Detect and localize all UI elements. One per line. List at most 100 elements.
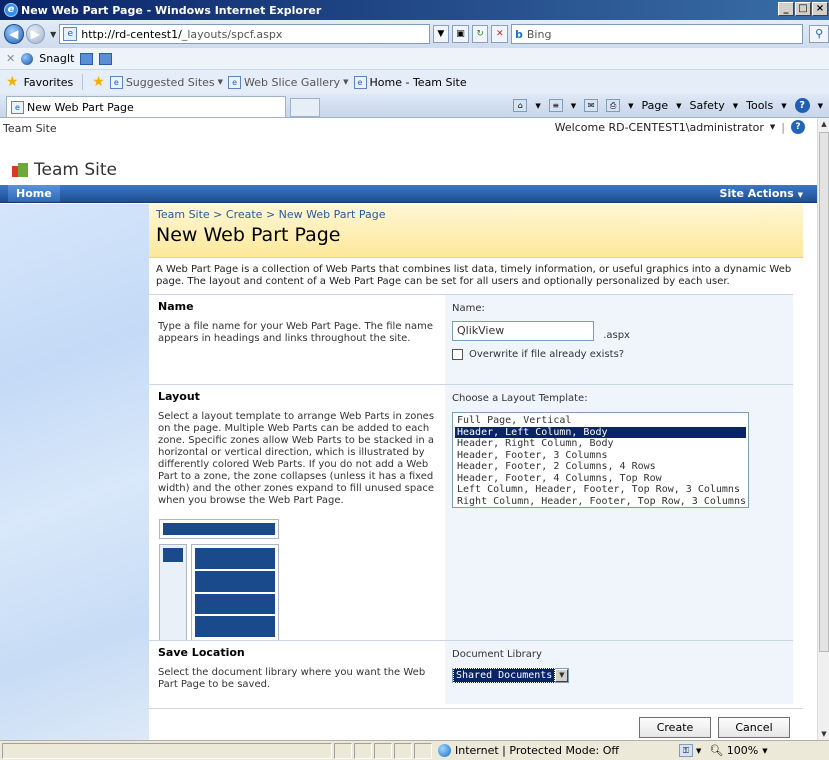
nav-home-tab[interactable]: Home bbox=[8, 185, 60, 202]
tab-label: New Web Part Page bbox=[27, 100, 134, 114]
chevron-down-icon[interactable]: ▼ bbox=[818, 102, 823, 110]
stop-button[interactable]: ✕ bbox=[491, 25, 509, 43]
refresh-button[interactable]: ↻ bbox=[471, 25, 489, 43]
history-dropdown[interactable]: ▼ bbox=[50, 30, 56, 39]
layout-preview bbox=[159, 519, 279, 643]
main-content: Team Site > Create > New Web Part Page N… bbox=[149, 204, 803, 740]
minimize-button[interactable]: _ bbox=[778, 2, 794, 16]
chevron-down-icon[interactable]: ▼ bbox=[762, 747, 767, 755]
back-button[interactable]: ◀ bbox=[4, 24, 24, 44]
chevron-down-icon: ▼ bbox=[217, 78, 224, 86]
home-icon[interactable]: ⌂ bbox=[513, 99, 528, 112]
chevron-down-icon[interactable]: ▼ bbox=[770, 123, 775, 131]
breadcrumb[interactable]: Team Site > Create > New Web Part Page bbox=[156, 208, 385, 221]
favorite-web-slice-gallery[interactable]: e Web Slice Gallery ▼ bbox=[228, 75, 349, 89]
vertical-scrollbar[interactable]: ▲ ▼ bbox=[817, 118, 829, 740]
overwrite-checkbox[interactable] bbox=[452, 349, 463, 360]
bing-icon: b bbox=[515, 27, 523, 41]
site-title-text[interactable]: Team Site bbox=[34, 160, 117, 180]
layout-option[interactable]: Header, Footer, 2 Columns, 4 Rows bbox=[455, 461, 746, 473]
snagit-button[interactable]: SnagIt bbox=[39, 52, 74, 65]
status-text-cell bbox=[2, 742, 332, 759]
document-library-select[interactable]: Shared Documents ▼ bbox=[452, 668, 570, 683]
filename-input[interactable]: QlikView bbox=[452, 321, 594, 341]
chevron-down-icon: ▼ bbox=[732, 101, 739, 110]
mail-icon[interactable]: ✉ bbox=[584, 99, 599, 112]
left-navigation bbox=[0, 204, 149, 740]
status-bar: Internet | Protected Mode: Off ⚿ ▼ 🔍︎ 10… bbox=[0, 740, 829, 760]
scroll-up-icon[interactable]: ▲ bbox=[818, 118, 829, 130]
favorite-home-team-site[interactable]: e Home - Team Site bbox=[353, 75, 467, 89]
layout-description: Select a layout template to arrange Web … bbox=[158, 411, 435, 506]
help-icon[interactable]: ? bbox=[791, 120, 805, 134]
search-input[interactable]: b Bing bbox=[511, 24, 804, 44]
site-logo-icon bbox=[12, 162, 28, 178]
page-icon: e bbox=[109, 75, 123, 89]
page-title: New Web Part Page bbox=[156, 224, 341, 246]
maximize-button[interactable]: □ bbox=[795, 2, 811, 16]
tools-menu[interactable]: Tools bbox=[746, 99, 773, 112]
favorites-button[interactable]: Favorites bbox=[24, 76, 74, 89]
scroll-thumb[interactable] bbox=[819, 132, 829, 652]
site-actions-menu[interactable]: Site Actions ▼ bbox=[712, 185, 811, 202]
chevron-down-icon[interactable]: ▼ bbox=[535, 102, 540, 110]
top-site-link[interactable]: Team Site bbox=[3, 122, 57, 135]
layout-option[interactable]: Header, Left Column, Body bbox=[455, 426, 746, 438]
protected-mode-icon[interactable]: ⚿ bbox=[678, 744, 693, 757]
search-placeholder: Bing bbox=[526, 27, 552, 41]
status-cell bbox=[394, 742, 412, 759]
window-titlebar: e New Web Part Page - Windows Internet E… bbox=[0, 0, 829, 20]
cancel-button[interactable]: Cancel bbox=[718, 717, 790, 738]
create-button[interactable]: Create bbox=[639, 717, 711, 738]
status-cell bbox=[354, 742, 372, 759]
favorites-bar: ★ Favorites ★ e Suggested Sites ▼ e Web … bbox=[0, 70, 829, 94]
url-dropdown-button[interactable]: ▼ bbox=[432, 25, 450, 43]
feeds-icon[interactable]: ≡ bbox=[548, 99, 563, 112]
help-icon[interactable]: ? bbox=[794, 98, 810, 113]
status-cell bbox=[414, 742, 432, 759]
new-tab-button[interactable] bbox=[290, 98, 320, 117]
scroll-down-icon[interactable]: ▼ bbox=[818, 728, 829, 740]
page-icon: e bbox=[11, 100, 24, 114]
top-navigation: Home Site Actions ▼ bbox=[0, 185, 817, 203]
title-area: Team Site > Create > New Web Part Page N… bbox=[149, 204, 803, 258]
favorite-suggested-sites[interactable]: e Suggested Sites ▼ bbox=[109, 75, 224, 89]
search-icon[interactable]: ⚲ bbox=[809, 25, 829, 43]
toolbar-close-icon[interactable]: ✕ bbox=[6, 52, 15, 65]
name-description: Type a file name for your Web Part Page.… bbox=[158, 321, 434, 344]
welcome-area: Welcome RD-CENTEST1\administrator ▼ | ? bbox=[555, 120, 805, 134]
close-button[interactable]: × bbox=[812, 2, 828, 16]
layout-option[interactable]: Full Page, Vertical bbox=[455, 415, 746, 427]
page-menu[interactable]: Page bbox=[642, 99, 669, 112]
layout-option[interactable]: Left Column, Header, Footer, Top Row, 3 … bbox=[455, 484, 746, 496]
forward-button[interactable]: ▶ bbox=[25, 24, 46, 44]
layout-option[interactable]: Right Column, Header, Footer, Top Row, 3… bbox=[455, 496, 746, 508]
security-zone[interactable]: Internet | Protected Mode: Off bbox=[432, 744, 619, 757]
chevron-down-icon: ▼ bbox=[676, 101, 682, 110]
url-input[interactable]: e http://rd-centest1/_layouts/spcf.aspx bbox=[59, 24, 430, 44]
name-heading: Name bbox=[158, 300, 194, 313]
save-description: Select the document library where you wa… bbox=[158, 667, 426, 690]
chevron-down-icon: ▼ bbox=[343, 78, 349, 86]
welcome-menu[interactable]: Welcome RD-CENTEST1\administrator bbox=[555, 121, 764, 134]
chevron-down-icon[interactable]: ▼ bbox=[696, 747, 701, 755]
layout-option[interactable]: Header, Footer, 4 Columns, Top Row bbox=[455, 473, 746, 485]
snagit-capture-icon[interactable] bbox=[80, 52, 94, 65]
chevron-down-icon[interactable]: ▼ bbox=[555, 669, 569, 682]
zoom-control[interactable]: 🔍︎ 100% bbox=[709, 744, 758, 757]
layout-heading: Layout bbox=[158, 390, 200, 403]
compatibility-icon[interactable]: ▣ bbox=[452, 25, 469, 43]
layout-option[interactable]: Header, Right Column, Body bbox=[455, 438, 746, 450]
layout-template-listbox[interactable]: Full Page, Vertical Header, Left Column, … bbox=[452, 412, 749, 508]
add-favorite-icon[interactable]: ★ bbox=[92, 74, 105, 90]
sharepoint-top-bar: Team Site Welcome RD-CENTEST1\administra… bbox=[0, 118, 817, 156]
print-icon[interactable]: ⎙ bbox=[606, 99, 621, 112]
intro-text: A Web Part Page is a collection of Web P… bbox=[156, 264, 792, 287]
safety-menu[interactable]: Safety bbox=[690, 99, 725, 112]
snagit-editor-icon[interactable] bbox=[99, 52, 113, 65]
chevron-down-icon[interactable]: ▼ bbox=[571, 102, 576, 110]
zoom-level: 100% bbox=[726, 744, 759, 757]
tab-new-web-part-page[interactable]: e New Web Part Page bbox=[6, 96, 286, 117]
layout-option[interactable]: Header, Footer, 3 Columns bbox=[455, 450, 746, 462]
chevron-down-icon[interactable]: ▼ bbox=[628, 102, 633, 110]
